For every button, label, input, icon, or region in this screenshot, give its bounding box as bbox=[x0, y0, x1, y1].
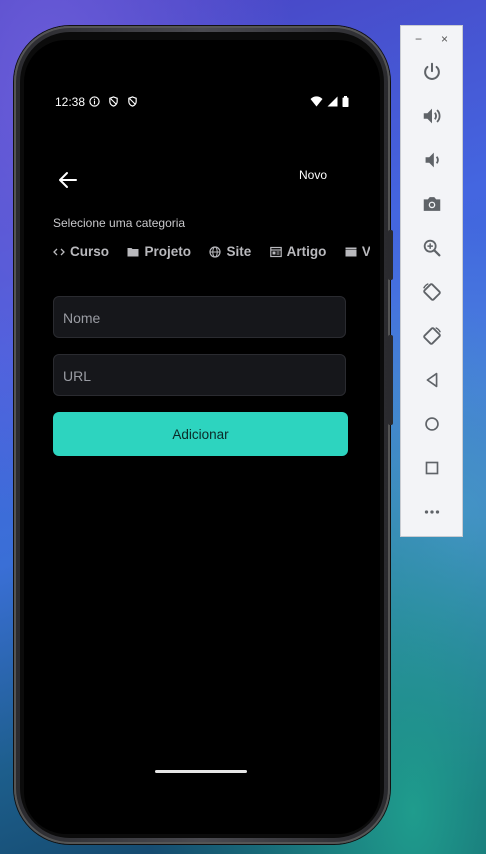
globe-icon bbox=[209, 245, 222, 258]
phone-volume-button bbox=[388, 335, 393, 425]
shield-icon bbox=[109, 96, 118, 107]
zoom-button[interactable] bbox=[420, 236, 444, 260]
volume-up-button[interactable] bbox=[420, 104, 444, 128]
movie-icon bbox=[345, 247, 357, 256]
volume-down-icon bbox=[425, 152, 439, 168]
gesture-home-bar[interactable] bbox=[155, 770, 247, 773]
name-placeholder: Nome bbox=[63, 310, 101, 326]
chip-video[interactable]: Víde bbox=[345, 244, 370, 259]
article-icon bbox=[269, 246, 282, 257]
status-time: 12:38 bbox=[55, 95, 86, 109]
back-icon bbox=[426, 372, 438, 388]
emulator-toolbar: − × bbox=[400, 25, 463, 537]
chip-label: Artigo bbox=[286, 244, 327, 259]
add-button-label: Adicionar bbox=[172, 426, 229, 442]
nav-back-button[interactable] bbox=[420, 368, 444, 392]
power-icon bbox=[424, 62, 440, 80]
status-icons bbox=[310, 96, 349, 107]
more-button[interactable] bbox=[420, 500, 444, 524]
volume-up-icon bbox=[423, 108, 441, 124]
chip-label: Víde bbox=[361, 244, 370, 259]
url-field[interactable]: URL bbox=[53, 354, 346, 396]
rotate-right-button[interactable] bbox=[420, 324, 444, 348]
url-placeholder: URL bbox=[63, 368, 92, 384]
battery-icon bbox=[342, 96, 349, 107]
page-title: Novo bbox=[299, 168, 328, 182]
add-button[interactable]: Adicionar bbox=[53, 412, 348, 456]
rotate-left-button[interactable] bbox=[420, 280, 444, 304]
category-chips: Curso Projeto Site Artigo V bbox=[53, 244, 370, 266]
volume-down-button[interactable] bbox=[420, 148, 444, 172]
rotate-right-icon bbox=[423, 327, 441, 345]
minimize-button[interactable]: − bbox=[415, 32, 422, 46]
chip-label: Curso bbox=[70, 244, 110, 259]
rotate-left-icon bbox=[423, 283, 441, 301]
more-icon bbox=[424, 510, 440, 514]
app-screen: 12:38 Novo Selecione uma categoria Curso… bbox=[24, 40, 380, 834]
name-field[interactable]: Nome bbox=[53, 296, 346, 338]
close-button[interactable]: × bbox=[441, 32, 448, 46]
camera-icon bbox=[423, 197, 441, 211]
home-icon bbox=[425, 417, 439, 431]
code-icon bbox=[53, 248, 65, 255]
power-button[interactable] bbox=[420, 60, 444, 84]
nav-home-button[interactable] bbox=[420, 412, 444, 436]
wifi-icon bbox=[310, 96, 323, 107]
overview-icon bbox=[425, 461, 439, 475]
chip-projeto[interactable]: Projeto bbox=[127, 244, 191, 259]
status-bar: 12:38 bbox=[55, 95, 349, 111]
chip-label: Site bbox=[226, 244, 252, 259]
back-arrow-icon[interactable] bbox=[56, 168, 80, 192]
signal-icon bbox=[327, 96, 338, 107]
category-label: Selecione uma categoria bbox=[53, 216, 186, 230]
chip-artigo[interactable]: Artigo bbox=[269, 244, 327, 259]
chip-site[interactable]: Site bbox=[209, 244, 251, 259]
chip-curso[interactable]: Curso bbox=[53, 244, 109, 259]
info-icon bbox=[89, 96, 100, 107]
nav-overview-button[interactable] bbox=[420, 456, 444, 480]
shield-icon bbox=[128, 96, 137, 107]
screenshot-button[interactable] bbox=[420, 192, 444, 216]
emulator-window-controls: − × bbox=[401, 32, 464, 46]
folder-icon bbox=[127, 247, 139, 256]
chip-label: Projeto bbox=[144, 244, 191, 259]
phone-power-button bbox=[388, 230, 393, 280]
zoom-icon bbox=[423, 239, 441, 257]
